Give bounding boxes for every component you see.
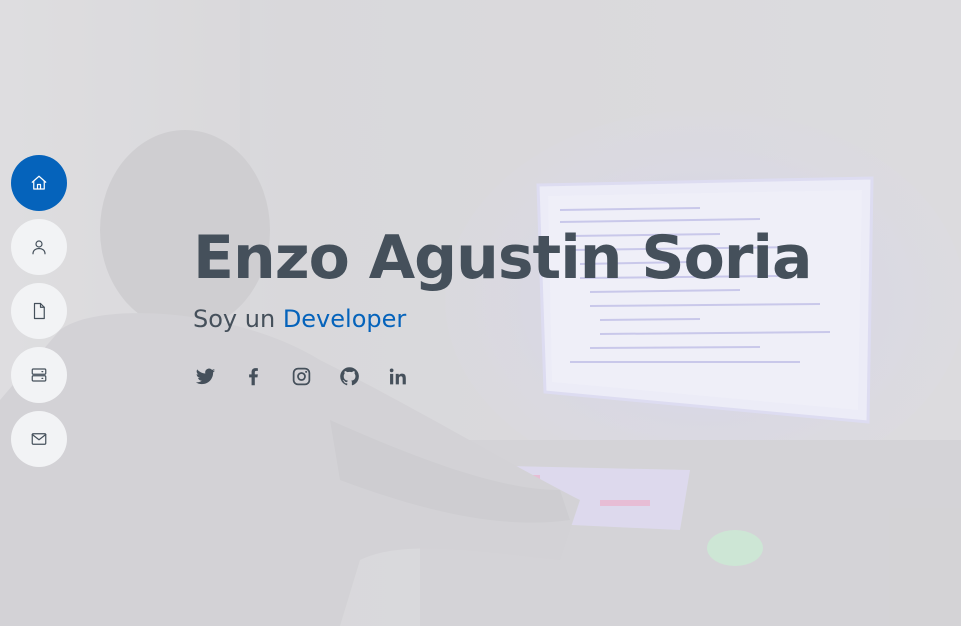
twitter-link[interactable] xyxy=(193,364,217,388)
nav-contact-button[interactable] xyxy=(11,411,67,467)
home-icon xyxy=(31,175,47,190)
instagram-link[interactable] xyxy=(289,364,313,388)
envelope-icon xyxy=(31,433,47,445)
nav-about-button[interactable] xyxy=(11,219,67,275)
linkedin-link[interactable] xyxy=(385,364,409,388)
hero-section: Enzo Agustin Soria Soy un Developer xyxy=(0,0,961,626)
social-links xyxy=(193,364,811,388)
github-icon xyxy=(339,366,359,385)
typed-role: Developer xyxy=(282,305,407,333)
facebook-link[interactable] xyxy=(241,364,265,388)
nav-home-button[interactable] xyxy=(11,155,67,211)
user-icon xyxy=(32,240,46,255)
twitter-icon xyxy=(195,368,215,384)
hero-content: Enzo Agustin Soria Soy un Developer xyxy=(193,222,812,388)
nav-services-button[interactable] xyxy=(11,347,67,403)
nav-resume-button[interactable] xyxy=(11,283,67,339)
linkedin-icon xyxy=(389,368,406,384)
subtitle-prefix: Soy un xyxy=(193,305,276,333)
instagram-icon xyxy=(292,367,310,385)
hero-name: Enzo Agustin Soria xyxy=(193,223,812,293)
file-icon xyxy=(33,302,45,320)
facebook-icon xyxy=(248,367,258,385)
hero-subtitle: Soy un Developer xyxy=(193,304,811,334)
github-link[interactable] xyxy=(337,364,361,388)
server-icon xyxy=(31,368,47,382)
side-navigation xyxy=(11,155,67,467)
